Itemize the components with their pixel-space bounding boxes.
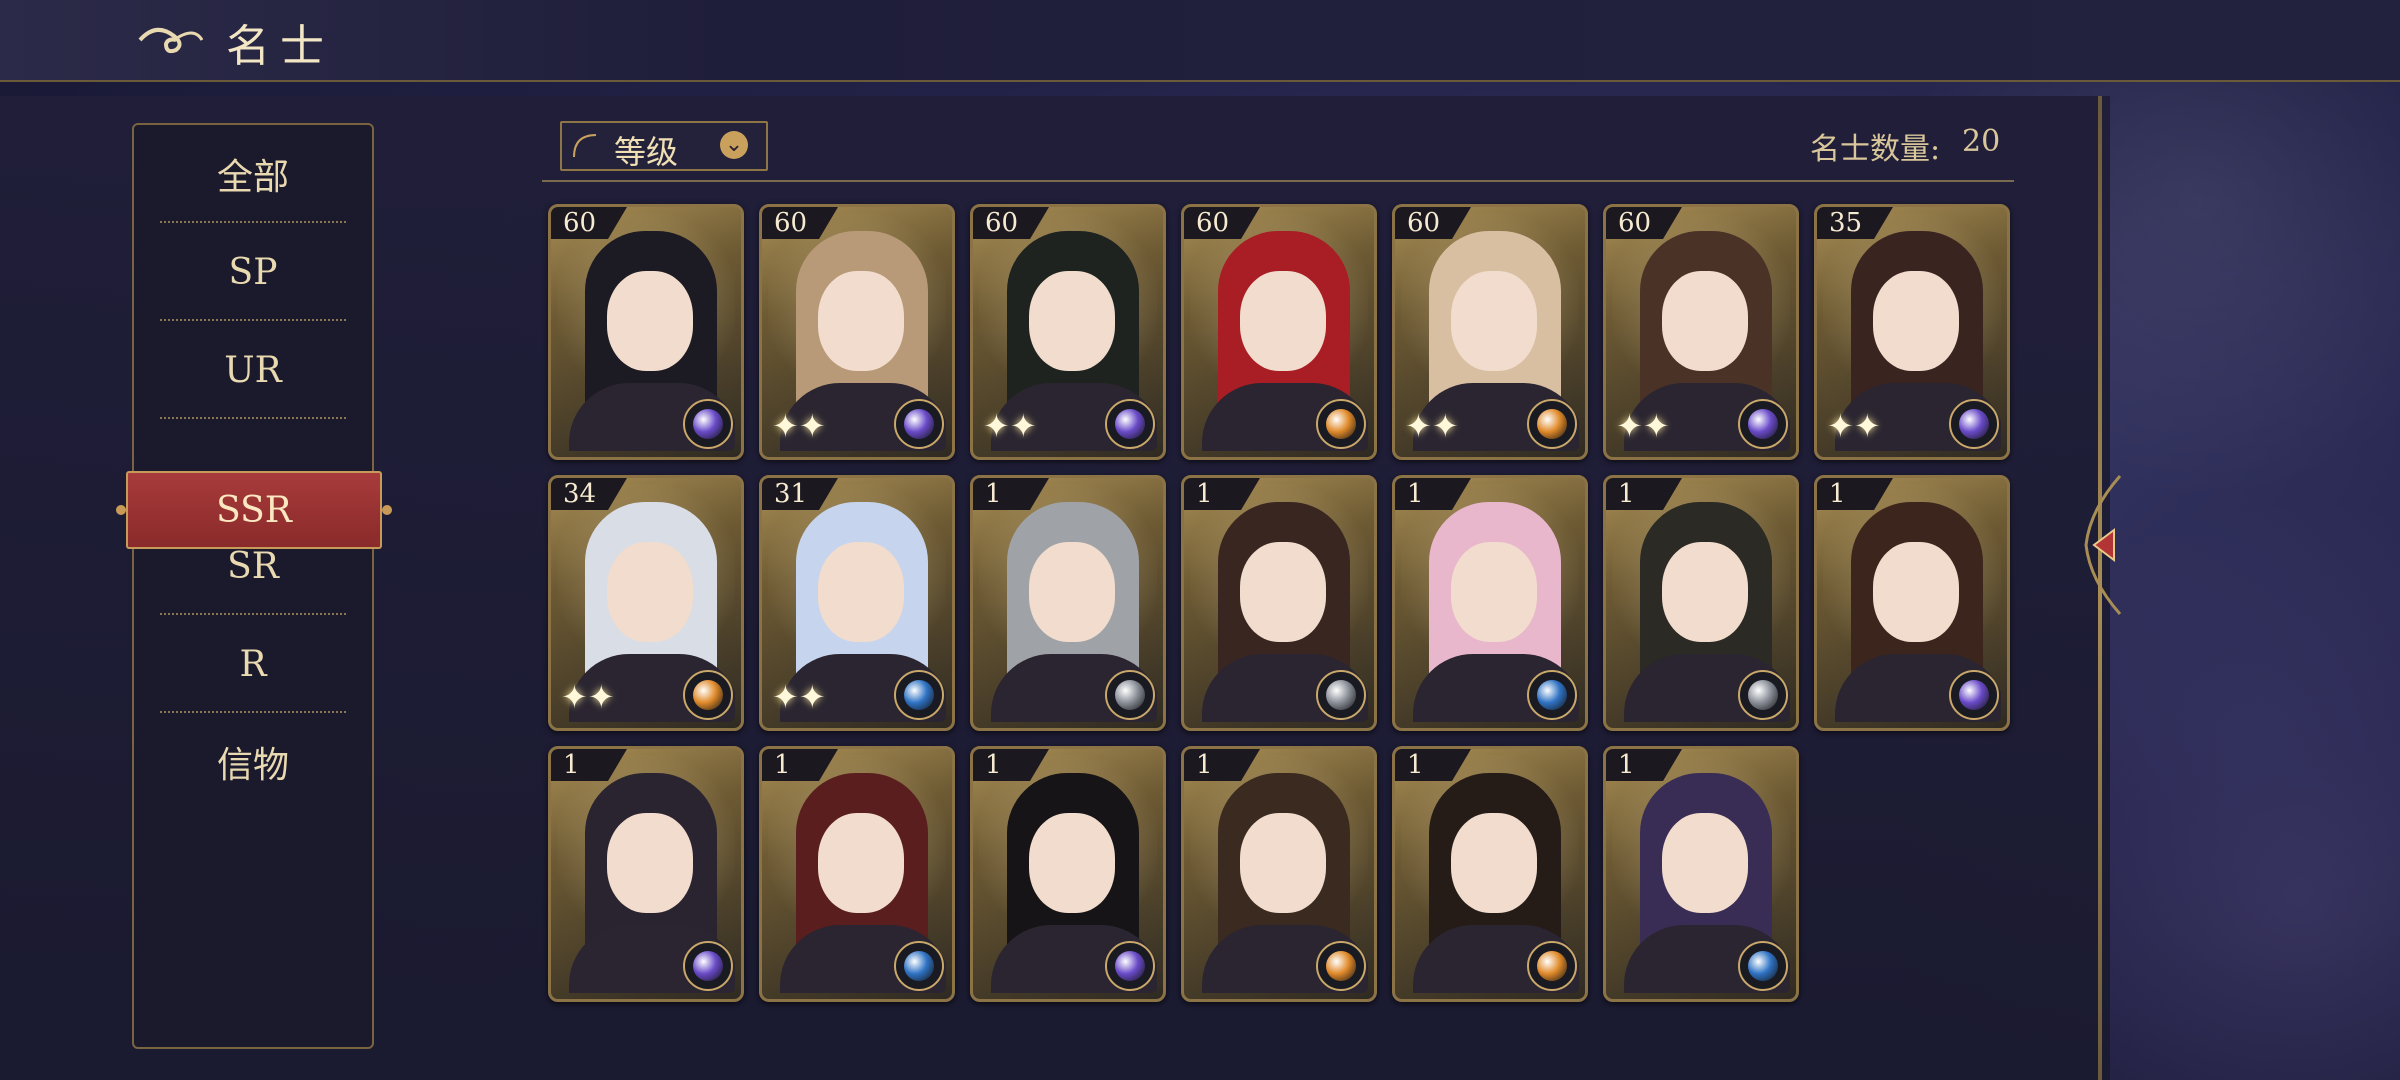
character-card[interactable]: 60 <box>1181 204 1377 460</box>
character-card[interactable]: ✦✦ 60 <box>1392 204 1588 460</box>
sort-dropdown[interactable]: 等级 ⌄ <box>560 121 768 171</box>
portrait-face <box>1029 542 1115 642</box>
element-orb-icon <box>683 670 733 720</box>
character-card[interactable]: 1 <box>1392 475 1588 731</box>
character-card[interactable]: ✦✦ 60 <box>1603 204 1799 460</box>
character-card[interactable]: 1 <box>970 475 1166 731</box>
element-orb-icon <box>1527 399 1577 449</box>
element-orb-icon <box>1527 941 1577 991</box>
sort-label: 等级 <box>614 133 679 171</box>
sparkle-icon: ✦✦ <box>772 678 826 716</box>
element-orb-icon <box>683 941 733 991</box>
portrait-face <box>818 271 904 371</box>
sidebar-item-label: R <box>239 643 267 685</box>
sparkle-icon: ✦✦ <box>1405 407 1459 445</box>
sidebar-item-token[interactable]: 信物 <box>134 713 372 811</box>
portrait-face <box>1662 271 1748 371</box>
portrait-face <box>1873 271 1959 371</box>
sidebar-item-ur[interactable]: UR <box>134 321 372 419</box>
divider <box>542 180 2014 182</box>
element-orb-icon <box>894 399 944 449</box>
character-card[interactable]: 1 <box>548 746 744 1002</box>
ornament-dot <box>116 505 126 515</box>
character-card[interactable]: 1 <box>759 746 955 1002</box>
sidebar-item-label: UR <box>224 349 282 391</box>
character-card[interactable]: 1 <box>1603 746 1799 1002</box>
portrait-face <box>1240 813 1326 913</box>
element-orb-icon <box>1316 941 1366 991</box>
element-orb-icon <box>1738 670 1788 720</box>
portrait-face <box>1029 813 1115 913</box>
sidebar-item-all[interactable]: 全部 <box>134 125 372 223</box>
character-card[interactable]: 1 <box>1181 475 1377 731</box>
ornament-dot <box>382 505 392 515</box>
ornament-icon <box>573 134 597 158</box>
portrait-face <box>1451 813 1537 913</box>
element-orb-icon <box>1949 670 1999 720</box>
character-card[interactable]: 1 <box>1392 746 1588 1002</box>
sidebar-item-label: 信物 <box>216 745 289 786</box>
character-card[interactable]: ✦✦ 31 <box>759 475 955 731</box>
element-orb-icon <box>1316 399 1366 449</box>
character-card[interactable]: ✦✦ 60 <box>970 204 1166 460</box>
sparkle-icon: ✦✦ <box>983 407 1037 445</box>
character-card[interactable]: ✦✦ 34 <box>548 475 744 731</box>
character-card[interactable]: 1 <box>1814 475 2010 731</box>
portrait-face <box>1451 271 1537 371</box>
character-card[interactable]: 1 <box>1181 746 1377 1002</box>
sparkle-icon: ✦✦ <box>1616 407 1670 445</box>
element-orb-icon <box>1105 941 1155 991</box>
element-orb-icon <box>1527 670 1577 720</box>
sparkle-icon: ✦✦ <box>561 678 615 716</box>
element-orb-icon <box>894 941 944 991</box>
rarity-sidebar: 全部 SP UR SSR SR R 信物 <box>116 123 392 1049</box>
cloud-swirl-icon <box>138 28 204 54</box>
element-orb-icon <box>1738 941 1788 991</box>
character-card[interactable]: 1 <box>970 746 1166 1002</box>
character-card[interactable]: 60 <box>548 204 744 460</box>
element-orb-icon <box>1949 399 1999 449</box>
element-orb-icon <box>894 670 944 720</box>
page-title: 名士 <box>226 21 334 72</box>
portrait-face <box>818 542 904 642</box>
sidebar-item-label: SR <box>227 545 279 587</box>
portrait-face <box>607 271 693 371</box>
element-orb-icon <box>1105 399 1155 449</box>
character-card[interactable]: ✦✦ 35 <box>1814 204 2010 460</box>
portrait-face <box>818 813 904 913</box>
sidebar-item-sp[interactable]: SP <box>134 223 372 321</box>
sparkle-icon: ✦✦ <box>1827 407 1881 445</box>
count-value: 20 <box>1962 124 2001 159</box>
portrait-face <box>1240 542 1326 642</box>
collapse-arrow-icon[interactable] <box>2080 470 2126 620</box>
element-orb-icon <box>1105 670 1155 720</box>
character-card[interactable]: 1 <box>1603 475 1799 731</box>
element-orb-icon <box>683 399 733 449</box>
portrait-face <box>1662 542 1748 642</box>
portrait-face <box>1873 542 1959 642</box>
sidebar-item-label: SP <box>228 251 278 293</box>
element-orb-icon <box>1738 399 1788 449</box>
chevron-down-icon: ⌄ <box>720 131 748 159</box>
header-bar: 名士 <box>0 0 2400 82</box>
sparkle-icon: ✦✦ <box>772 407 826 445</box>
portrait-face <box>1240 271 1326 371</box>
count-label: 名士数量: <box>1810 132 1941 167</box>
portrait-face <box>1029 271 1115 371</box>
portrait-face <box>607 542 693 642</box>
element-orb-icon <box>1316 670 1366 720</box>
character-card[interactable]: ✦✦ 60 <box>759 204 955 460</box>
portrait-face <box>1451 542 1537 642</box>
sidebar-item-label: 全部 <box>216 157 289 198</box>
sidebar-item-sr[interactable]: SR <box>134 517 372 615</box>
portrait-face <box>607 813 693 913</box>
portrait-face <box>1662 813 1748 913</box>
sidebar-item-r[interactable]: R <box>134 615 372 713</box>
